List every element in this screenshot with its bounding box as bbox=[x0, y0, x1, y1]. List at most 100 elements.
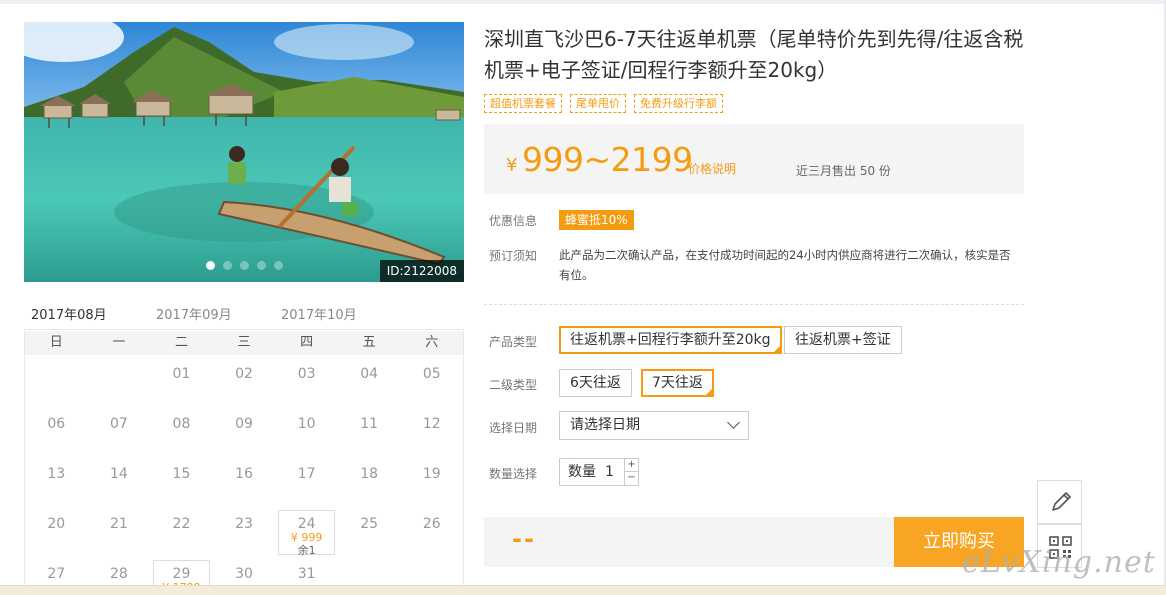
quantity-stepper[interactable]: 数量 1 + − bbox=[559, 458, 639, 486]
option-roundtrip-visa[interactable]: 往返机票+签证 bbox=[784, 326, 902, 354]
calendar-day-number: 10 bbox=[297, 416, 316, 432]
promo-label: 优惠信息 bbox=[489, 214, 538, 228]
calendar-weekday-header: 日 一 二 三 四 五 六 bbox=[25, 331, 463, 355]
date-select[interactable]: 请选择日期 bbox=[559, 411, 749, 440]
calendar-day-cell: 02 bbox=[213, 355, 276, 405]
quantity-increase-button[interactable]: + bbox=[624, 459, 638, 472]
calendar-day-cell: 06 bbox=[25, 405, 88, 455]
page: ID:2122008 2017年08月 2017年09月 2017年10月 日 … bbox=[0, 0, 1166, 595]
calendar-day-cell: 04 bbox=[338, 355, 401, 405]
month-tabs: 2017年08月 2017年09月 2017年10月 bbox=[24, 298, 464, 337]
weekday-fri: 五 bbox=[362, 335, 376, 350]
calendar-day-number: 17 bbox=[297, 466, 316, 482]
price-calendar: 日 一 二 三 四 五 六 01 02 03 04 05 06 07 08 09 10 11 12 13… bbox=[24, 331, 464, 595]
slide-dot[interactable] bbox=[239, 261, 249, 270]
sub-type-label: 二级类型 bbox=[489, 378, 538, 392]
quantity-prefix: 数量 bbox=[568, 464, 596, 480]
tag-value-package: 超值机票套餐 bbox=[484, 94, 562, 113]
calendar-day-number: 06 bbox=[47, 416, 66, 432]
calendar-day-number: 11 bbox=[360, 416, 379, 432]
calendar-day-cell: 19 bbox=[400, 455, 463, 505]
calendar-day-number: 23 bbox=[235, 516, 253, 532]
calendar-day-cell: 25 bbox=[338, 505, 401, 555]
calendar-day-cell: 23 bbox=[213, 505, 276, 555]
slide-dot[interactable] bbox=[205, 261, 215, 270]
calendar-day-cell: 13 bbox=[25, 455, 88, 505]
calendar-day-number: 27 bbox=[47, 566, 66, 582]
calendar-day-cell: 26 bbox=[400, 505, 463, 555]
calendar-day-cell: 07 bbox=[88, 405, 151, 455]
bottom-toolbar bbox=[0, 585, 1166, 595]
calendar-day-number: 16 bbox=[235, 466, 253, 482]
buy-bar: -- 立即购买 bbox=[484, 517, 1024, 567]
slide-dot[interactable] bbox=[222, 261, 232, 270]
tab-month-10[interactable]: 2017年10月 bbox=[281, 304, 357, 330]
calendar-day-number: 15 bbox=[172, 466, 191, 482]
calendar-day-number: 09 bbox=[235, 416, 253, 432]
tag-free-baggage: 免费升级行李额 bbox=[634, 94, 723, 113]
quantity-decrease-button[interactable]: − bbox=[624, 472, 638, 485]
calendar-day-cell: 01 bbox=[150, 355, 213, 405]
slide-dot[interactable] bbox=[273, 261, 283, 270]
calendar-day-cell: 03 bbox=[275, 355, 338, 405]
calendar-day-cell: 05 bbox=[400, 355, 463, 405]
product-type-label: 产品类型 bbox=[489, 335, 538, 349]
calendar-day-number: 03 bbox=[297, 366, 316, 382]
sold-count: 近三月售出 50 份 bbox=[796, 164, 891, 178]
calendar-day-number: 22 bbox=[172, 516, 191, 532]
calendar-day-cell: 21 bbox=[88, 505, 151, 555]
calendar-empty-cell bbox=[88, 355, 151, 405]
weekday-wed: 三 bbox=[237, 335, 251, 350]
coupon-badge: 蜂蜜抵10% bbox=[559, 210, 634, 230]
calendar-day-cell: 20 bbox=[25, 505, 88, 555]
calendar-day-number: 25 bbox=[360, 516, 379, 532]
option-6-day[interactable]: 6天往返 bbox=[559, 369, 632, 397]
calendar-day-number: 05 bbox=[422, 366, 441, 382]
calendar-day-number: 29 bbox=[172, 566, 191, 582]
calendar-day-number: 02 bbox=[235, 366, 253, 382]
tab-month-09[interactable]: 2017年09月 bbox=[156, 304, 232, 330]
date-label: 选择日期 bbox=[489, 421, 538, 435]
calendar-day-price: ¥ 999 bbox=[290, 531, 323, 544]
calendar-week-row: 01 02 03 04 05 bbox=[25, 355, 463, 405]
option-roundtrip-baggage[interactable]: 往返机票+回程行李额升至20kg bbox=[559, 326, 782, 354]
calendar-day-cell: 12 bbox=[400, 405, 463, 455]
weekday-sat: 六 bbox=[425, 335, 439, 350]
calendar-day-number: 30 bbox=[235, 566, 253, 582]
calendar-day-number: 04 bbox=[360, 366, 379, 382]
option-7-day[interactable]: 7天往返 bbox=[641, 369, 714, 397]
weekday-tue: 二 bbox=[174, 335, 188, 350]
calendar-week-row: 20 21 22 23 24 ¥ 999 余1 25 26 bbox=[25, 505, 463, 557]
calendar-day-cell: 16 bbox=[213, 455, 276, 505]
calendar-week-row: 13 14 15 16 17 18 19 bbox=[25, 455, 463, 505]
date-select-placeholder: 请选择日期 bbox=[570, 417, 640, 433]
price-explanation-link[interactable]: 价格说明 bbox=[688, 160, 736, 177]
photo-image bbox=[24, 22, 464, 282]
calendar-day-cell: 17 bbox=[275, 455, 338, 505]
weekday-thu: 四 bbox=[300, 335, 314, 350]
divider bbox=[484, 304, 1024, 305]
quantity-value[interactable]: 1 bbox=[605, 459, 614, 485]
calendar-day-cell: 15 bbox=[150, 455, 213, 505]
calendar-day-cell[interactable]: 24 ¥ 999 余1 bbox=[275, 505, 338, 557]
price-box: ¥ 999~2199 价格说明 近三月售出 50 份 bbox=[484, 124, 1024, 194]
calendar-day-number: 28 bbox=[109, 566, 128, 582]
calendar-day-number: 18 bbox=[360, 466, 379, 482]
calendar-day-number: 13 bbox=[47, 466, 66, 482]
feedback-button[interactable] bbox=[1037, 480, 1082, 524]
product-tags: 超值机票套餐 尾单甩价 免费升级行李额 bbox=[484, 94, 723, 113]
total-price: -- bbox=[512, 525, 536, 553]
calendar-day-number: 24 bbox=[297, 516, 316, 532]
calendar-day-number: 12 bbox=[422, 416, 441, 432]
calendar-day-cell: 22 bbox=[150, 505, 213, 555]
weekday-sun: 日 bbox=[49, 335, 63, 350]
slide-dot[interactable] bbox=[256, 261, 266, 270]
calendar-day-cell: 11 bbox=[338, 405, 401, 455]
quantity-label: 数量选择 bbox=[489, 467, 538, 481]
currency-symbol: ¥ bbox=[506, 155, 518, 176]
photo-id-label: ID:2122008 bbox=[379, 260, 464, 282]
calendar-body: 01 02 03 04 05 06 07 08 09 10 11 12 13 14 15 16 17 18 19 20… bbox=[25, 355, 463, 595]
calendar-day-cell: 08 bbox=[150, 405, 213, 455]
product-photo[interactable]: ID:2122008 bbox=[24, 22, 464, 282]
calendar-day-number: 01 bbox=[172, 366, 191, 382]
